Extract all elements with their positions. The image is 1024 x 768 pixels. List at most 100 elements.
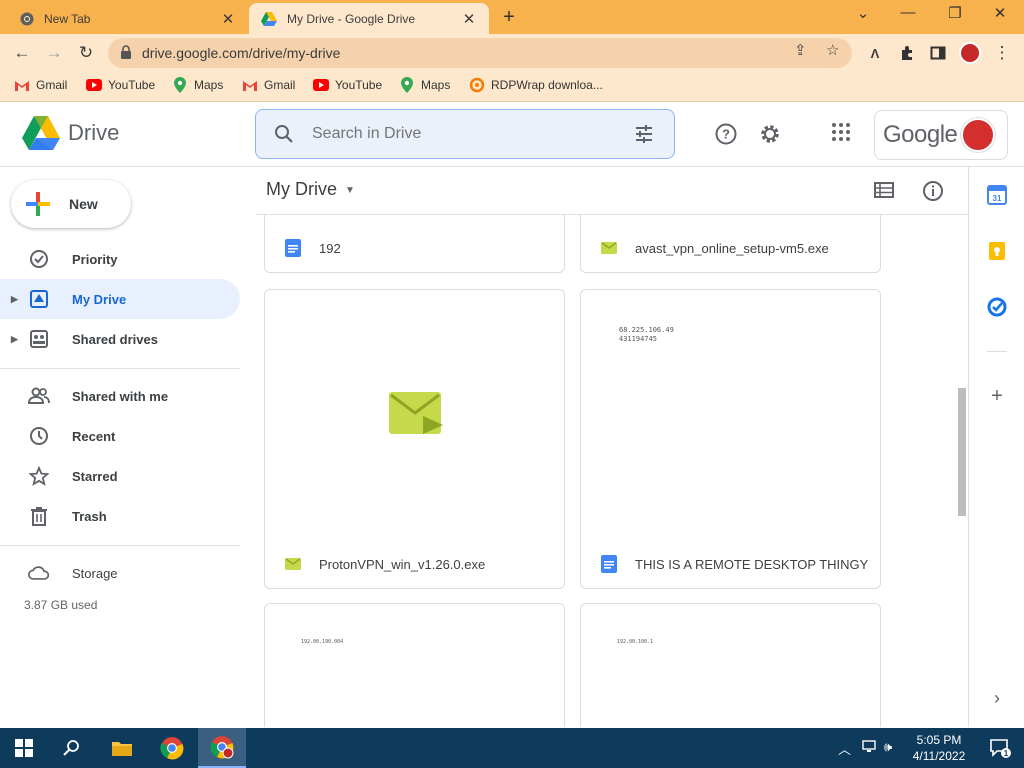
sidebar-item-label: Trash — [72, 508, 107, 524]
bookmark-youtube-2[interactable]: YouTube — [313, 78, 382, 92]
expand-caret-icon[interactable]: ▶ — [11, 294, 18, 305]
rdpwrap-icon — [469, 77, 485, 93]
reload-icon[interactable]: ↻ — [74, 41, 98, 65]
search-options-tune-icon[interactable] — [634, 124, 654, 147]
file-card-footer: ProtonVPN_win_v1.26.0.exe — [265, 540, 564, 588]
file-card[interactable]: ProtonVPN_win_v1.26.0.exe — [264, 289, 565, 589]
chrome-taskbar-icon[interactable] — [148, 728, 196, 768]
address-bar[interactable]: drive.google.com/drive/my-drive — [108, 38, 852, 68]
file-explorer-icon[interactable] — [98, 728, 146, 768]
sidebar-item-recent[interactable]: Recent — [0, 416, 240, 456]
rail-divider — [987, 351, 1007, 352]
chrome-icon — [20, 12, 34, 26]
side-panel-icon[interactable] — [926, 41, 950, 65]
file-card[interactable]: avast_vpn_online_setup-vm5.exe — [580, 215, 881, 273]
people-icon — [28, 385, 50, 407]
sidebar-item-priority[interactable]: Priority — [0, 239, 240, 279]
sidebar-item-my-drive[interactable]: ▶ My Drive — [0, 279, 240, 319]
youtube-icon — [86, 78, 102, 92]
expand-panel-chevron-icon[interactable]: › — [987, 689, 1007, 709]
extensions-puzzle-icon[interactable] — [895, 41, 919, 65]
browser-tab-bar: New Tab ✕ My Drive - Google Drive ✕ + ⌄ … — [0, 0, 1024, 34]
add-addon-plus-icon[interactable]: + — [987, 386, 1007, 407]
sidebar-item-shared-drives[interactable]: ▶ Shared drives — [0, 319, 240, 359]
restore-icon[interactable]: ❐ — [940, 4, 970, 22]
preview-line: 431194745 — [619, 335, 657, 343]
search-icon[interactable] — [274, 124, 294, 147]
bookmark-rdpwrap[interactable]: RDPWrap downloa... — [469, 77, 603, 93]
taskbar-search-icon[interactable] — [48, 728, 96, 768]
calendar-icon[interactable]: 31 — [987, 185, 1007, 205]
bookmark-maps-2[interactable]: Maps — [399, 77, 450, 93]
sidebar: New Priority ▶ My Drive ▶ Shared drives … — [0, 167, 256, 727]
close-window-icon[interactable]: ✕ — [985, 4, 1015, 22]
taskbar-clock[interactable]: 5:05 PM 4/11/2022 — [906, 732, 972, 764]
volume-icon[interactable]: 🕪 — [884, 739, 892, 755]
file-card[interactable]: 192.00.190.004 — [264, 603, 565, 727]
exe-file-icon — [285, 558, 301, 570]
close-tab-icon[interactable]: ✕ — [461, 10, 477, 28]
tab-title: New Tab — [44, 11, 91, 26]
extension-a-icon[interactable]: Ʌ — [863, 41, 887, 65]
tab-search-chevron-icon[interactable]: ⌄ — [848, 4, 878, 22]
sidebar-item-storage[interactable]: Storage — [0, 553, 240, 593]
network-icon[interactable] — [862, 739, 878, 756]
my-drive-title-dropdown[interactable]: My Drive ▼ — [266, 179, 355, 200]
profile-avatar[interactable] — [959, 42, 981, 64]
google-docs-icon — [285, 239, 301, 257]
youtube-icon — [313, 78, 329, 92]
minimize-icon[interactable]: — — [893, 4, 923, 21]
sidebar-item-starred[interactable]: Starred — [0, 456, 240, 496]
bookmarks-bar: Gmail YouTube Maps Gmail YouTube Maps RD… — [0, 72, 1024, 102]
file-card[interactable]: 68.225.106.49 431194745 THIS IS A REMOTE… — [580, 289, 881, 589]
back-arrow-icon[interactable]: ← — [10, 41, 34, 65]
cloud-icon — [28, 562, 50, 584]
chrome-profile-taskbar-icon[interactable] — [198, 728, 246, 768]
vertical-scrollbar[interactable] — [958, 388, 966, 516]
start-windows-icon[interactable] — [0, 728, 48, 768]
clock-icon — [28, 425, 50, 447]
forward-arrow-icon[interactable]: → — [42, 41, 66, 65]
expand-caret-icon[interactable]: ▶ — [11, 334, 18, 345]
menu-kebab-icon[interactable]: ⋮ — [990, 41, 1014, 65]
bookmark-gmail-2[interactable]: Gmail — [242, 78, 295, 92]
file-card[interactable]: 192 — [264, 215, 565, 273]
bookmark-youtube[interactable]: YouTube — [86, 78, 155, 92]
info-icon[interactable] — [922, 180, 944, 205]
preview-line: 68.225.106.49 — [619, 326, 674, 334]
bookmark-gmail[interactable]: Gmail — [14, 78, 67, 92]
close-tab-icon[interactable]: ✕ — [220, 10, 236, 28]
tab-new-tab[interactable]: New Tab ✕ — [8, 3, 248, 34]
keep-icon[interactable] — [987, 241, 1007, 261]
drive-header: Drive ? Google — [0, 102, 1024, 167]
sidebar-item-label: Shared with me — [72, 388, 169, 404]
drive-search-box[interactable] — [255, 109, 675, 159]
notification-center-icon[interactable]: 1 — [976, 728, 1024, 768]
tab-my-drive[interactable]: My Drive - Google Drive ✕ — [249, 3, 489, 34]
google-account-button[interactable]: Google — [874, 110, 1008, 160]
settings-gear-icon[interactable] — [758, 122, 782, 149]
tray-chevron-up-icon[interactable]: ︿ — [838, 739, 851, 758]
new-label: New — [69, 196, 98, 212]
file-card[interactable]: 192.00.100.1 — [580, 603, 881, 727]
sidebar-item-trash[interactable]: Trash — [0, 496, 240, 536]
sidebar-item-shared-with-me[interactable]: Shared with me — [0, 376, 240, 416]
star-icon — [28, 465, 50, 487]
list-view-icon[interactable] — [874, 181, 894, 202]
sidebar-item-label: Shared drives — [72, 331, 158, 347]
google-drive-logo-icon — [22, 116, 60, 150]
new-button[interactable]: New — [11, 180, 131, 228]
bookmark-star-icon[interactable]: ☆ — [826, 41, 839, 59]
bookmark-label: YouTube — [108, 78, 156, 92]
drive-logo[interactable]: Drive — [22, 116, 119, 150]
bookmark-maps[interactable]: Maps — [172, 77, 223, 93]
new-tab-plus-icon[interactable]: + — [498, 6, 520, 29]
sidebar-item-label: Starred — [72, 468, 118, 484]
search-input[interactable] — [312, 122, 612, 146]
bookmark-label: Gmail — [36, 78, 68, 92]
help-icon[interactable]: ? — [714, 122, 738, 149]
google-apps-grid-icon[interactable] — [831, 122, 851, 145]
tasks-icon[interactable] — [987, 297, 1007, 317]
share-icon[interactable]: ⇪ — [794, 41, 807, 59]
file-card-footer: 192 — [265, 224, 564, 272]
